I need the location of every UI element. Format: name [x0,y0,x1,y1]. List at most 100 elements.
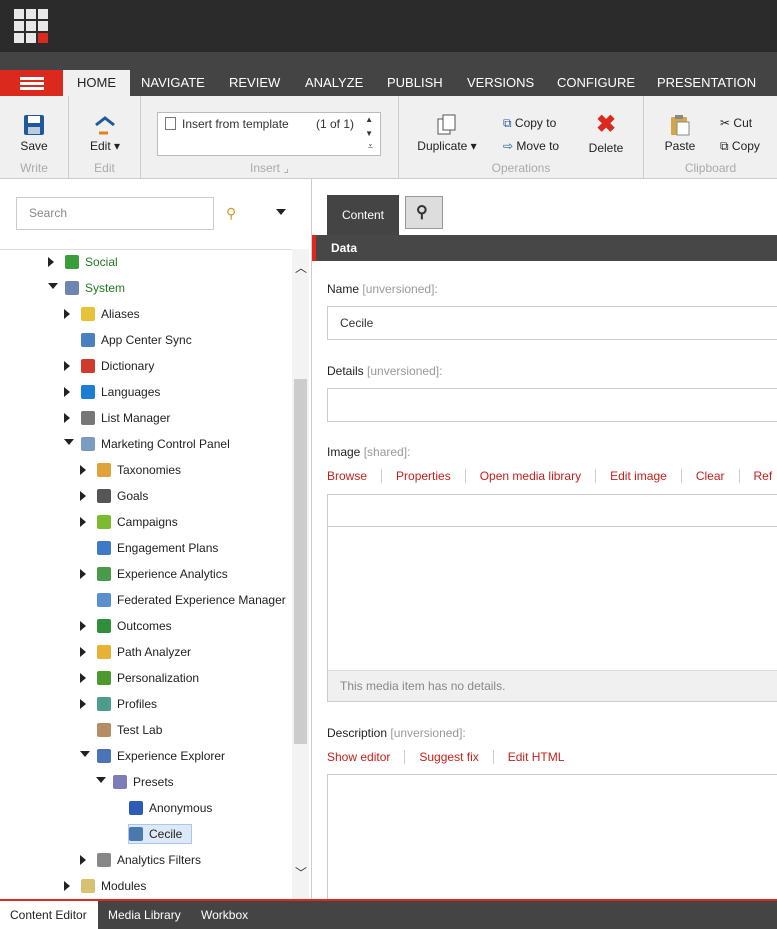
tree-item[interactable]: System [0,278,290,298]
scroll-down-arrow-icon[interactable]: ﹀ [295,864,307,881]
scroll-down-icon[interactable]: ▼ [365,129,373,138]
collapse-arrow-icon[interactable] [48,283,58,289]
tree-item[interactable]: Path Analyzer [0,642,290,662]
expand-arrow-icon[interactable] [64,387,70,397]
tab-workbox[interactable]: Workbox [191,901,258,929]
tab-analyze[interactable]: ANALYZE [291,70,377,96]
tree-item[interactable]: Presets [0,772,290,792]
search-input[interactable]: Search [16,197,214,230]
copy-button[interactable]: ⧉ Copy [720,139,760,154]
scroll-up-icon[interactable]: ▲ [365,115,373,124]
tab-publish[interactable]: PUBLISH [373,70,457,96]
expand-arrow-icon[interactable] [64,881,70,891]
tree-item[interactable]: Cecile [0,824,290,844]
delete-button[interactable]: ✖ Delete [583,112,629,156]
expand-arrow-icon[interactable] [80,699,86,709]
tree-item[interactable]: Languages [0,382,290,402]
edit-image-link[interactable]: Edit image [610,469,682,483]
tree-item[interactable]: Outcomes [0,616,290,636]
edit-button[interactable]: Edit ▾ [83,114,127,153]
tab-versions[interactable]: VERSIONS [453,70,548,96]
menu-icon[interactable] [0,70,63,96]
properties-link[interactable]: Properties [396,469,466,483]
search-options-dropdown-icon[interactable] [276,209,286,215]
expand-arrow-icon[interactable] [80,855,86,865]
tree-scrollbar[interactable]: ︿ ﹀ [292,249,309,899]
tree-item[interactable]: Taxonomies [0,460,290,480]
duplicate-button[interactable]: Duplicate ▾ [415,114,479,153]
tab-content-editor[interactable]: Content Editor [0,901,98,929]
open-media-library-link[interactable]: Open media library [480,469,597,483]
tab-navigate[interactable]: NAVIGATE [127,70,219,96]
tree-item-label: Anonymous [149,801,213,815]
scrollbar-thumb[interactable] [294,379,307,744]
scroll-up-arrow-icon[interactable]: ︿ [295,259,307,276]
expand-arrow-icon[interactable] [48,257,54,267]
tree-item[interactable]: Experience Explorer [0,746,290,766]
name-field[interactable]: Cecile [327,306,777,340]
refresh-link[interactable]: Ref [754,469,777,483]
tree-item[interactable]: Test Lab [0,720,290,740]
tab-content[interactable]: Content [327,195,399,235]
image-field[interactable]: This media item has no details. [327,494,777,702]
insert-template-list[interactable]: Insert from template (1 of 1) ▲ ▼ ⩡ [157,112,381,156]
tree-item[interactable]: Anonymous [0,798,290,818]
clear-link[interactable]: Clear [696,469,740,483]
item-icon [81,307,95,321]
tree-item[interactable]: Engagement Plans [0,538,290,558]
expand-arrow-icon[interactable] [80,491,86,501]
tab-media-library[interactable]: Media Library [98,901,191,929]
expand-arrow-icon[interactable] [64,413,70,423]
move-to-button[interactable]: ⇨ Move to [503,139,559,153]
edit-html-link[interactable]: Edit HTML [508,750,579,764]
tree-item[interactable]: Aliases [0,304,290,324]
expand-arrow-icon[interactable] [80,465,86,475]
tree-item[interactable]: Federated Experience Manager [0,590,290,610]
tree-item[interactable]: Modules [0,876,290,896]
expand-arrow-icon[interactable] [80,517,86,527]
expand-arrow-icon[interactable] [80,569,86,579]
tree-item[interactable]: Social [0,252,290,272]
tree-item[interactable]: Dictionary [0,356,290,376]
collapse-arrow-icon[interactable] [96,777,106,783]
details-field[interactable] [327,388,777,422]
expand-arrow-icon[interactable] [80,647,86,657]
show-editor-link[interactable]: Show editor [327,750,406,764]
tree-item[interactable]: Profiles [0,694,290,714]
tree-item[interactable]: List Manager [0,408,290,428]
tree-item[interactable]: Analytics Filters [0,850,290,870]
tab-presentation[interactable]: PRESENTATION [643,70,770,96]
insert-template-label: Insert from template [182,117,289,131]
expand-arrow-icon[interactable] [64,309,70,319]
paste-button[interactable]: Paste [660,114,700,153]
tree-item[interactable]: Campaigns [0,512,290,532]
search-tab[interactable]: ⚲ [405,196,443,229]
tree-item[interactable]: Goals [0,486,290,506]
tab-home[interactable]: HOME [63,70,130,96]
save-button[interactable]: Save [10,114,58,153]
app-launcher-icon[interactable] [14,9,48,43]
expand-arrow-icon[interactable] [64,361,70,371]
browse-link[interactable]: Browse [327,469,383,483]
tab-review[interactable]: REVIEW [215,70,294,96]
expand-arrow-icon[interactable] [80,621,86,631]
tree-item[interactable]: Marketing Control Panel [0,434,290,454]
collapse-arrow-icon[interactable] [64,439,74,445]
tab-configure[interactable]: CONFIGURE [543,70,649,96]
cut-button[interactable]: ✂ Cut [720,116,752,130]
tree-item-label: Dictionary [101,359,155,373]
copy-to-icon: ⧉ [503,116,512,130]
tree-item[interactable]: Experience Analytics [0,564,290,584]
insert-template-count: (1 of 1) [316,117,355,131]
collapse-arrow-icon[interactable] [80,751,90,757]
copy-to-button[interactable]: ⧉ Copy to [503,116,556,131]
section-header-data[interactable]: Data [312,235,777,261]
description-field[interactable] [327,774,777,904]
tree-item[interactable]: Personalization [0,668,290,688]
expand-icon[interactable]: ⩡ [368,141,373,152]
tree-item-label: Engagement Plans [117,541,219,555]
search-icon[interactable]: ⚲ [226,205,236,222]
expand-arrow-icon[interactable] [80,673,86,683]
suggest-fix-link[interactable]: Suggest fix [419,750,494,764]
tree-item[interactable]: App Center Sync [0,330,290,350]
